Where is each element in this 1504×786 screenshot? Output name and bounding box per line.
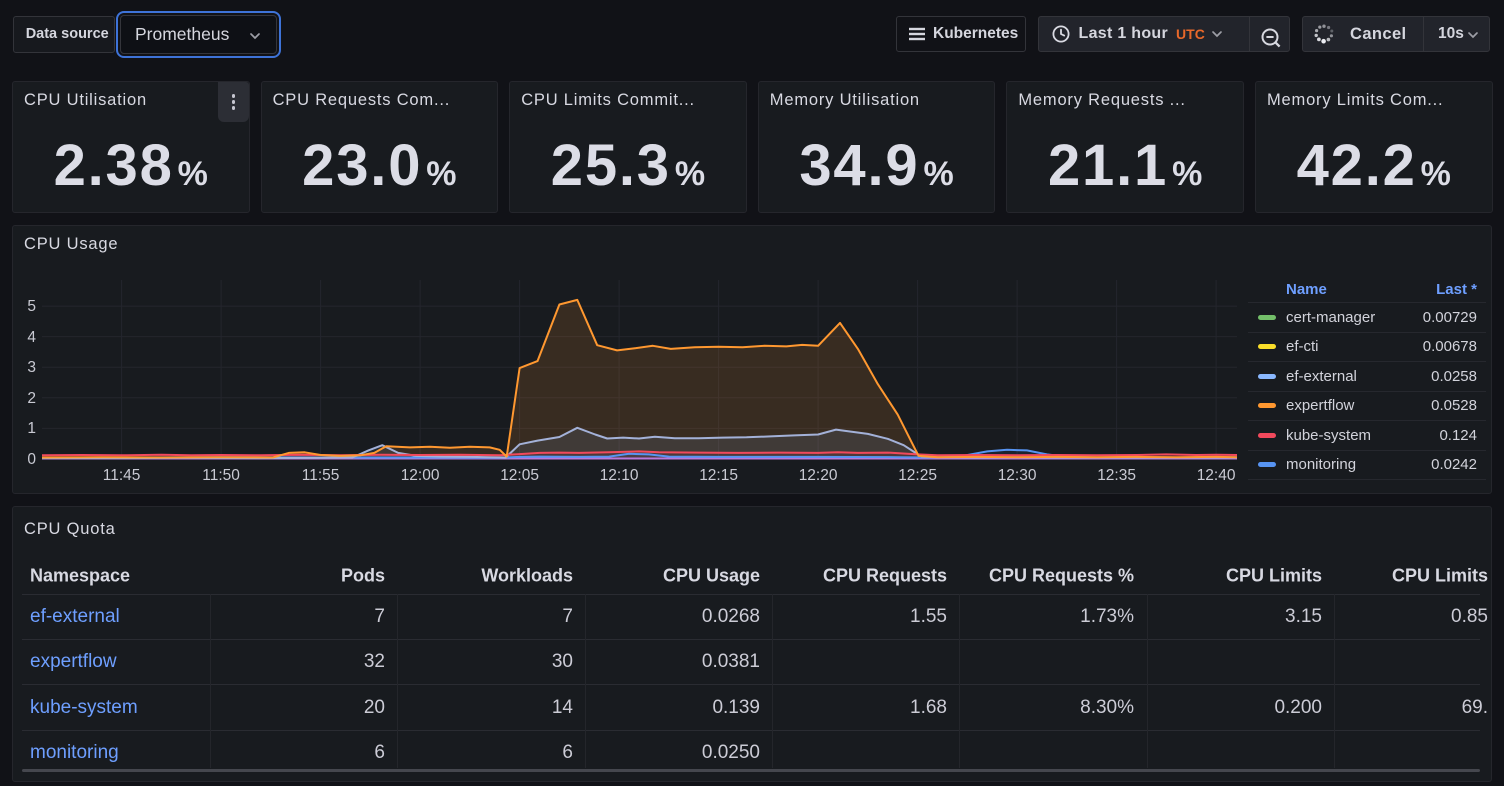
svg-text:5: 5: [27, 298, 36, 315]
svg-text:12:20: 12:20: [799, 467, 838, 484]
svg-text:11:45: 11:45: [103, 467, 141, 484]
svg-text:3: 3: [27, 359, 36, 376]
svg-text:12:15: 12:15: [699, 467, 738, 484]
svg-text:2: 2: [27, 390, 36, 407]
svg-text:11:50: 11:50: [202, 467, 240, 484]
svg-text:0: 0: [27, 451, 36, 468]
svg-text:1: 1: [27, 420, 36, 437]
svg-text:12:05: 12:05: [500, 467, 539, 484]
svg-text:12:40: 12:40: [1197, 467, 1236, 484]
svg-text:12:25: 12:25: [898, 467, 937, 484]
svg-text:12:30: 12:30: [998, 467, 1037, 484]
svg-text:11:55: 11:55: [302, 467, 340, 484]
svg-text:12:00: 12:00: [401, 467, 440, 484]
svg-text:12:10: 12:10: [600, 467, 639, 484]
svg-text:4: 4: [27, 329, 36, 346]
svg-text:12:35: 12:35: [1097, 467, 1136, 484]
